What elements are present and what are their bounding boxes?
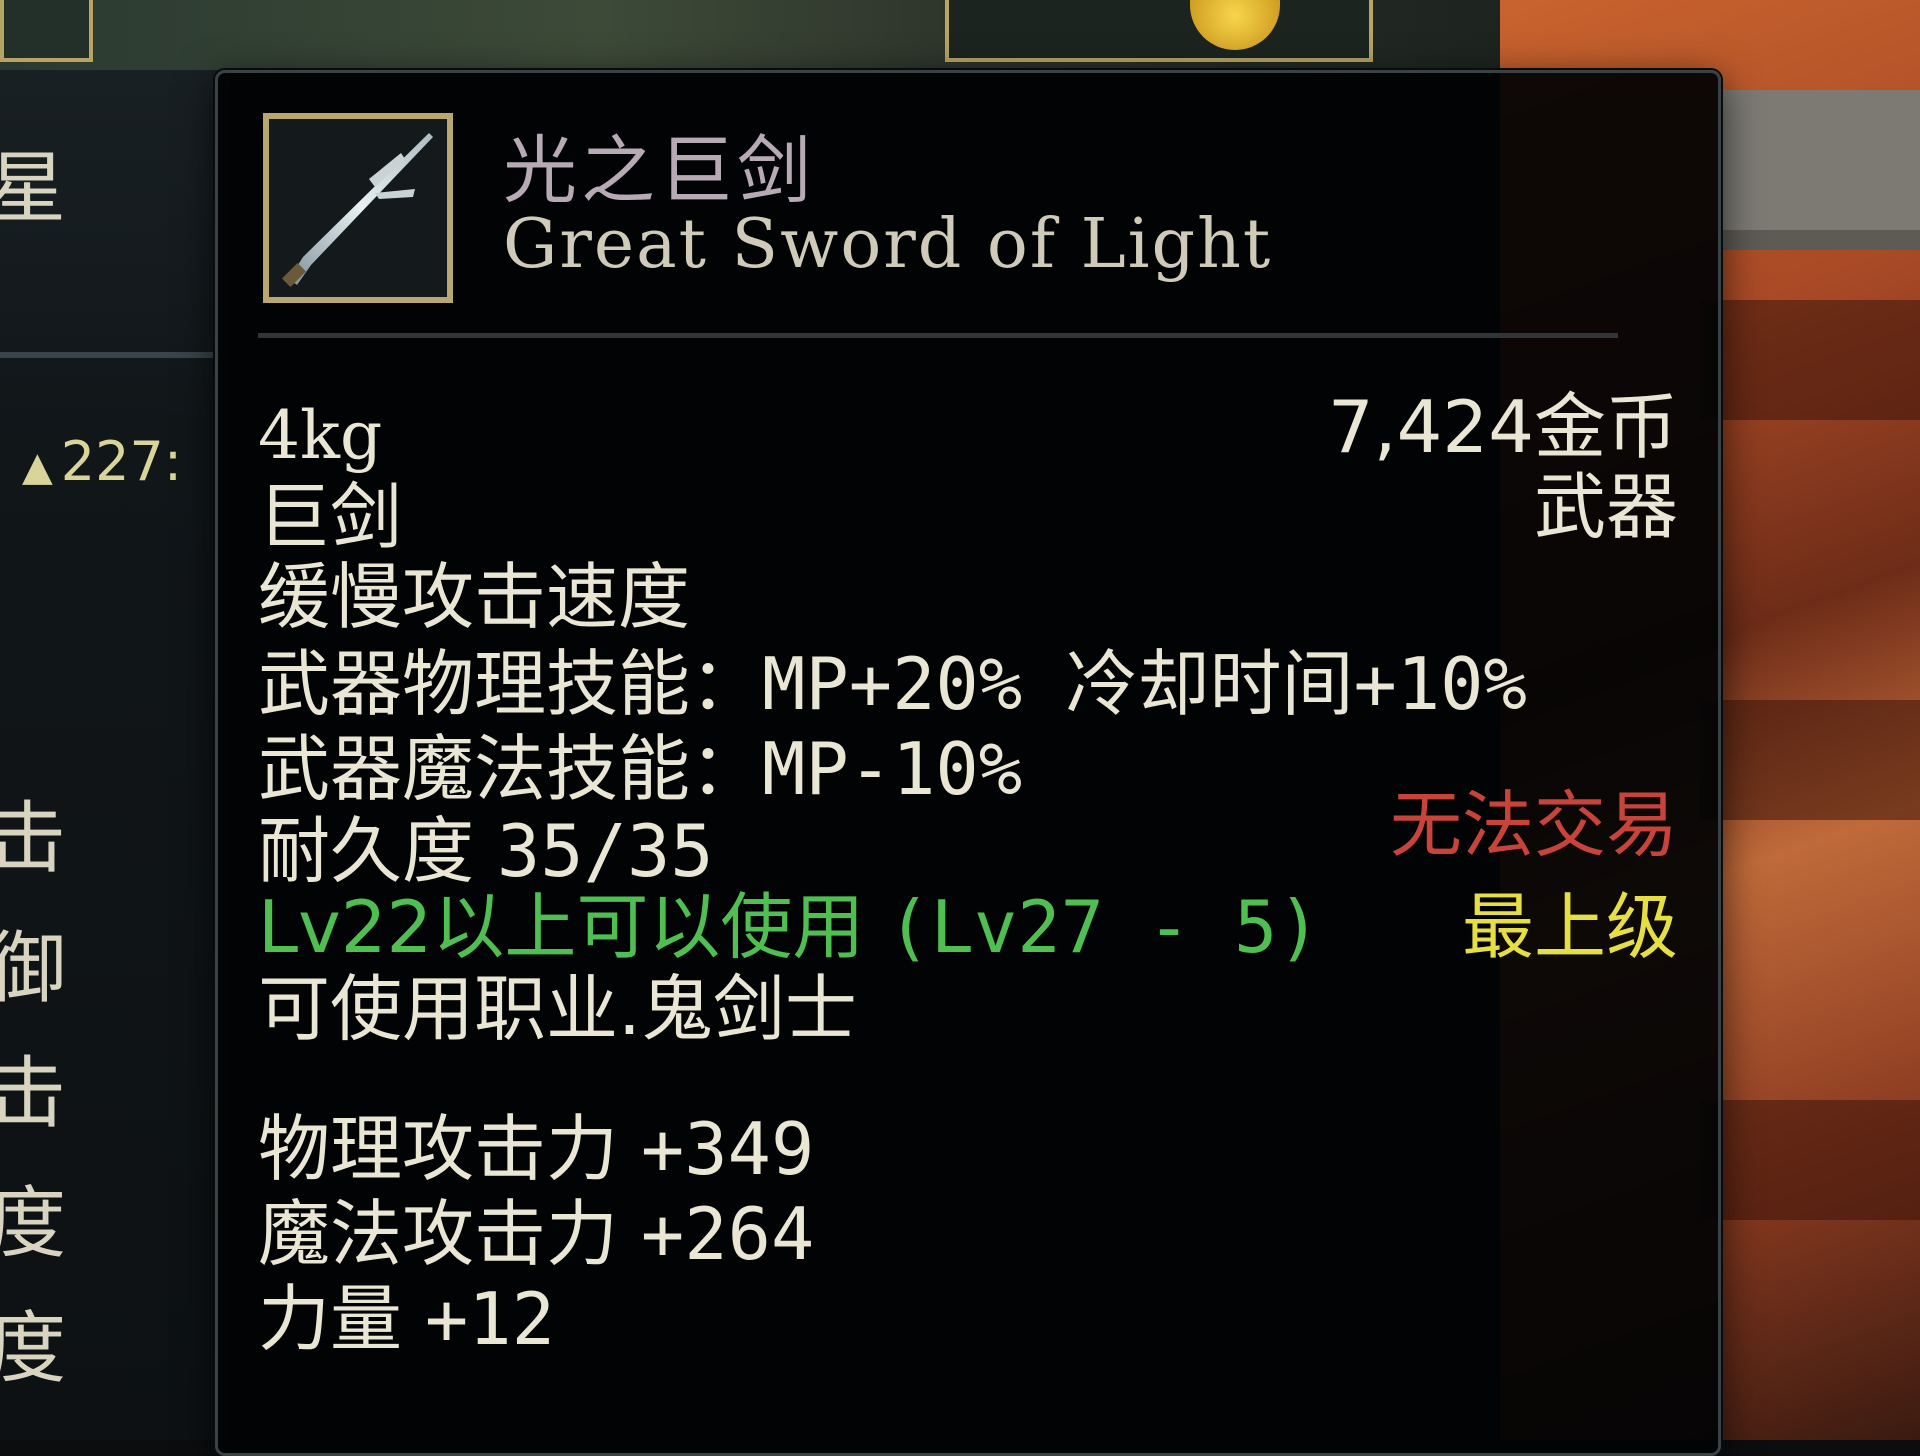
side-panel-label: 星 [0, 144, 67, 234]
stat-label: 力量 [258, 1277, 403, 1361]
stat-value: +349 [640, 1107, 815, 1191]
durability-label: 耐久度 [258, 809, 475, 893]
panel-divider [0, 352, 220, 358]
physical-skill-value: MP+20% 冷却时间+10% [762, 642, 1527, 726]
item-icon-frame [263, 113, 453, 303]
great-sword-icon [281, 133, 433, 287]
level-requirement: Lv22以上可以使用 (Lv27 - 5) [258, 891, 1321, 963]
magic-skill-modifier: 武器魔法技能：MP-10% [258, 733, 1022, 805]
equipment-slot[interactable] [0, 0, 93, 62]
level-requirement-range: (Lv27 - 5) [887, 885, 1321, 969]
side-panel-stat-value: 227: [60, 430, 183, 493]
durability-value: 35/35 [496, 809, 714, 893]
item-tooltip: 光之巨剑 Great Sword of Light 4kg 7,424金币 巨剑… [215, 70, 1721, 1456]
item-name-english: Great Sword of Light [503, 205, 1273, 284]
item-category: 武器 [1533, 465, 1678, 549]
magic-skill-separator: ： [690, 727, 763, 811]
item-price: 7,424金币 [1327, 385, 1678, 469]
side-panel-label: 击 [0, 1049, 67, 1139]
scene-stripe [1700, 700, 1920, 820]
scene-stripe [1700, 1100, 1920, 1220]
header-divider [258, 333, 1618, 338]
physical-skill-label: 武器物理技能 [258, 642, 691, 726]
item-subtype: 巨剑 [258, 475, 403, 559]
stat-physical-attack: 物理攻击力 +349 [258, 1113, 814, 1185]
side-panel-label: 御 [0, 924, 67, 1014]
up-arrow-icon: ▲ [22, 444, 53, 490]
level-requirement-main: Lv22以上可以使用 [258, 885, 865, 969]
durability: 耐久度 35/35 [258, 815, 714, 887]
side-panel-label: 击 [0, 794, 67, 884]
scene-ledge [1720, 90, 1920, 250]
usable-class: 可使用职业.鬼剑士 [258, 967, 857, 1051]
side-panel-label: 度 [0, 1304, 67, 1394]
equipment-slot[interactable] [945, 0, 1373, 62]
magic-skill-value: MP-10% [762, 727, 1023, 811]
stat-label: 物理攻击力 [258, 1107, 619, 1191]
physical-skill-modifier: 武器物理技能：MP+20% 冷却时间+10% [258, 648, 1527, 720]
scene-stripe [1700, 300, 1920, 420]
stat-magic-attack: 魔法攻击力 +264 [258, 1198, 814, 1270]
stat-strength: 力量 +12 [258, 1283, 555, 1355]
magic-skill-label: 武器魔法技能 [258, 727, 691, 811]
attack-speed: 缓慢攻击速度 [258, 555, 691, 639]
item-grade: 最上级 [1461, 885, 1678, 969]
side-panel-label: 度 [0, 1179, 67, 1269]
trade-status: 无法交易 [1389, 783, 1678, 867]
item-name: 光之巨剑 [503, 128, 815, 214]
side-panel-stat: ▲ 227: [22, 430, 182, 493]
stat-label: 魔法攻击力 [258, 1192, 619, 1276]
item-weight: 4kg [258, 397, 383, 474]
stat-value: +12 [424, 1277, 555, 1361]
physical-skill-separator: ： [690, 642, 763, 726]
stat-value: +264 [640, 1192, 815, 1276]
